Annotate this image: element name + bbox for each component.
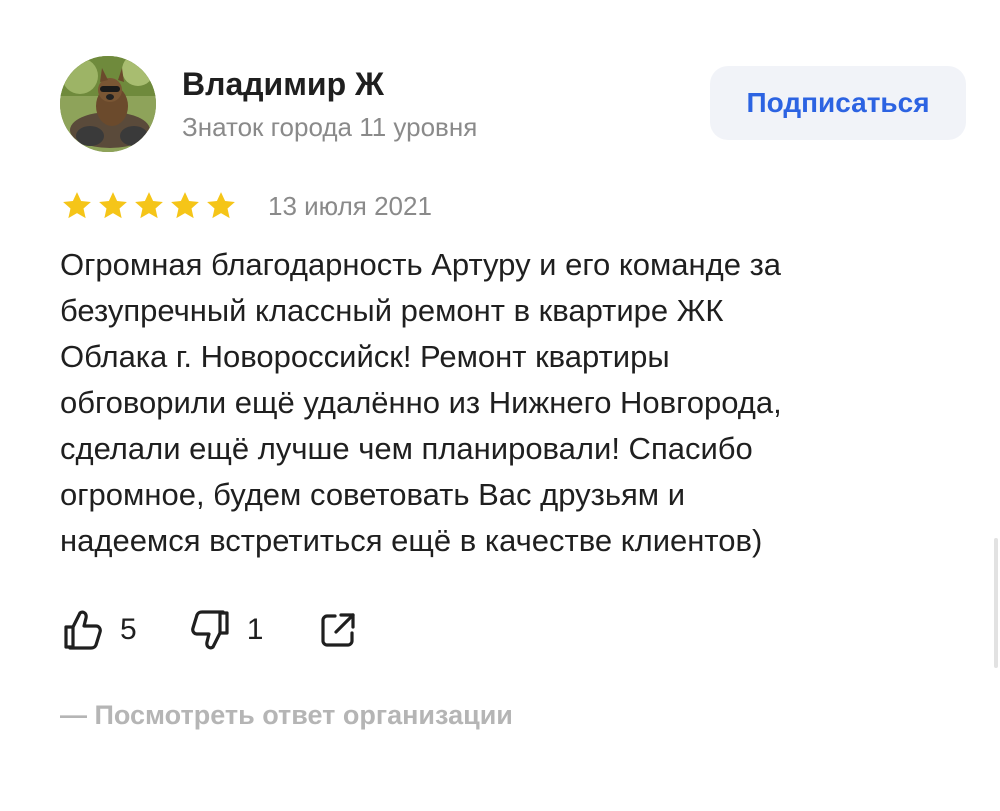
review-actions: 5 1 xyxy=(60,606,970,654)
star-icon xyxy=(135,192,163,219)
share-icon xyxy=(321,613,355,647)
dislike-button[interactable]: 1 xyxy=(187,607,264,653)
scrollbar[interactable] xyxy=(994,538,998,668)
star-icon xyxy=(99,192,127,219)
share-button[interactable] xyxy=(317,609,359,651)
avatar-photo xyxy=(60,56,156,152)
author-name[interactable]: Владимир Ж xyxy=(182,64,384,104)
star-icon xyxy=(171,192,199,219)
review-date: 13 июля 2021 xyxy=(268,190,432,221)
thumbs-down-icon xyxy=(190,610,229,650)
review-header: Владимир Ж Знаток города 11 уровня Подпи… xyxy=(60,56,970,152)
like-count: 5 xyxy=(120,613,137,646)
review-text: Огромная благодарность Артуру и его кома… xyxy=(60,247,782,558)
review-meta: 13 июля 2021 xyxy=(60,186,970,226)
rating-stars xyxy=(60,189,238,223)
star-icon xyxy=(63,192,91,219)
author-level: Знаток города 11 уровня xyxy=(182,112,478,142)
subscribe-button[interactable]: Подписаться xyxy=(710,66,966,140)
view-org-response-link[interactable]: — Посмотреть ответ организации xyxy=(60,700,970,731)
star-icon xyxy=(207,192,235,219)
like-button[interactable]: 5 xyxy=(60,607,137,653)
review-card: Владимир Ж Знаток города 11 уровня Подпи… xyxy=(60,56,970,731)
dislike-count: 1 xyxy=(246,613,264,646)
thumbs-up-icon xyxy=(64,610,102,650)
avatar[interactable] xyxy=(60,56,156,152)
